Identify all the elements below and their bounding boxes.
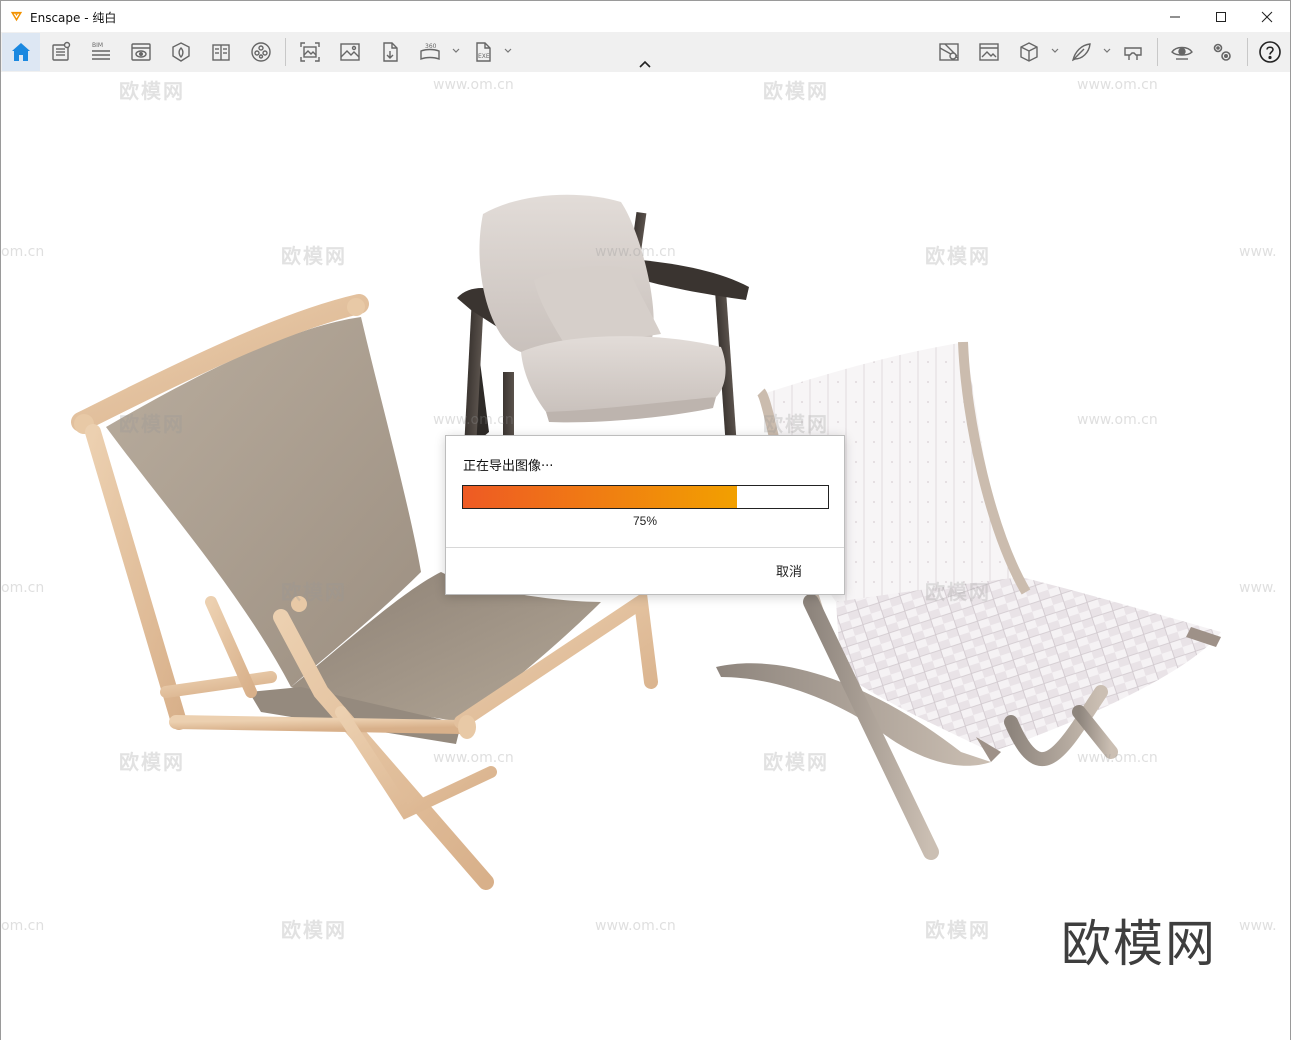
image-gallery-icon <box>979 43 999 61</box>
watermark-url: www.om.cn <box>595 918 676 934</box>
close-icon <box>1261 11 1273 22</box>
watermark-url: www. <box>1239 918 1277 934</box>
watermark-text: 欧模网 <box>281 244 347 268</box>
watermark-url: www.om.cn <box>1077 412 1158 428</box>
watermark-text: 欧模网 <box>119 412 185 436</box>
watermark-text: 欧模网 <box>925 580 991 604</box>
watermark-url: om.cn <box>1 918 45 934</box>
watermark-url: www.om.cn <box>433 750 514 766</box>
video-reel-icon <box>251 42 271 62</box>
toolbar-separator <box>285 38 286 66</box>
chevron-down-icon[interactable] <box>1103 46 1111 56</box>
exe-export-icon: EXE <box>476 42 491 62</box>
dialog-title: 正在导出图像··· <box>463 459 554 474</box>
book-button[interactable] <box>206 37 236 67</box>
dialog-divider <box>446 547 844 548</box>
visibility-monitor-icon <box>131 43 151 61</box>
watermark-url: www.om.cn <box>1077 750 1158 766</box>
render-image-button[interactable] <box>295 37 325 67</box>
maximize-button[interactable] <box>1198 1 1244 32</box>
maximize-icon <box>1216 11 1226 22</box>
watermark-text: 欧模网 <box>925 244 991 268</box>
export-progress-bar <box>462 485 829 509</box>
assets-icon <box>172 42 190 62</box>
close-button[interactable] <box>1244 1 1290 32</box>
panorama-360-icon: 360 <box>420 43 440 61</box>
enscape-logo-icon <box>10 11 23 22</box>
settings-gears-icon <box>1213 43 1231 61</box>
help-button[interactable] <box>1255 37 1285 67</box>
book-icon <box>212 44 230 61</box>
svg-text:EXE: EXE <box>478 53 490 60</box>
enscape-window: Enscape - 纯白 BIM 360 EXE 欧模网 www.om.cn 欧… <box>0 0 1291 1040</box>
video-button[interactable] <box>246 37 276 67</box>
watermark-text: 欧模网 <box>281 918 347 942</box>
eye-button[interactable] <box>1167 37 1197 67</box>
vr-headset-button[interactable] <box>1118 37 1148 67</box>
export-progress-dialog: 正在导出图像··· 75% 取消 <box>445 435 845 595</box>
minimize-button[interactable] <box>1152 1 1198 32</box>
material-button[interactable] <box>1066 37 1096 67</box>
home-button[interactable] <box>2 33 40 71</box>
progress-fill <box>463 486 737 508</box>
watermark-text: 欧模网 <box>763 412 829 436</box>
file-export-icon <box>383 42 398 62</box>
settings-button[interactable] <box>1207 37 1237 67</box>
watermark-url: www. <box>1239 580 1277 596</box>
watermark-text: 欧模网 <box>763 750 829 774</box>
watermark-url: www.om.cn <box>595 244 676 260</box>
exe-export-button[interactable]: EXE <box>468 37 498 67</box>
cube-button[interactable] <box>1014 37 1044 67</box>
window-title: Enscape - 纯白 <box>30 11 117 25</box>
home-icon <box>12 43 30 61</box>
material-feather-icon <box>1071 43 1091 62</box>
map-icon <box>939 43 959 61</box>
file-export-button[interactable] <box>375 37 405 67</box>
visibility-monitor-button[interactable] <box>126 37 156 67</box>
image-button[interactable] <box>335 37 365 67</box>
render-image-icon <box>300 42 320 62</box>
chevron-down-icon[interactable] <box>452 46 460 56</box>
watermark-text: 欧模网 <box>925 918 991 942</box>
toolbar-separator <box>1247 38 1248 66</box>
title-bar: Enscape - 纯白 <box>1 1 1290 32</box>
progress-percent-label: 75% <box>632 514 658 528</box>
cancel-button[interactable]: 取消 <box>776 561 802 580</box>
image-icon <box>340 43 360 61</box>
watermark-text: 欧模网 <box>281 580 347 604</box>
watermark-text: 欧模网 <box>119 79 185 103</box>
image-gallery-button[interactable] <box>974 37 1004 67</box>
watermark-url: www. <box>1239 244 1277 260</box>
cube-icon <box>1020 42 1038 62</box>
watermark-url: www.om.cn <box>1077 77 1158 93</box>
watermark-url: www.om.cn <box>433 412 514 428</box>
map-button[interactable] <box>934 37 964 67</box>
bim-icon: BIM <box>92 42 110 60</box>
views-list-icon <box>52 41 71 61</box>
bim-button[interactable]: BIM <box>86 37 116 67</box>
svg-text:BIM: BIM <box>92 42 103 49</box>
help-icon <box>1259 41 1281 63</box>
watermark-url: om.cn <box>1 580 45 596</box>
vr-headset-icon <box>1124 47 1142 60</box>
watermark-text: 欧模网 <box>763 79 829 103</box>
toolbar-separator <box>1157 38 1158 66</box>
assets-button[interactable] <box>166 37 196 67</box>
views-button[interactable] <box>46 37 76 67</box>
watermark-url: om.cn <box>1 244 45 260</box>
eye-icon <box>1171 46 1193 60</box>
chevron-down-icon[interactable] <box>504 46 512 56</box>
minimize-icon <box>1170 16 1180 17</box>
watermark-text: 欧模网 <box>119 750 185 774</box>
collapse-toolbar-icon[interactable] <box>638 59 652 69</box>
brand-watermark-logo: 欧模网 <box>1061 915 1217 973</box>
panorama-360-button[interactable]: 360 <box>415 37 445 67</box>
watermark-url: www.om.cn <box>433 77 514 93</box>
chevron-down-icon[interactable] <box>1051 46 1059 56</box>
